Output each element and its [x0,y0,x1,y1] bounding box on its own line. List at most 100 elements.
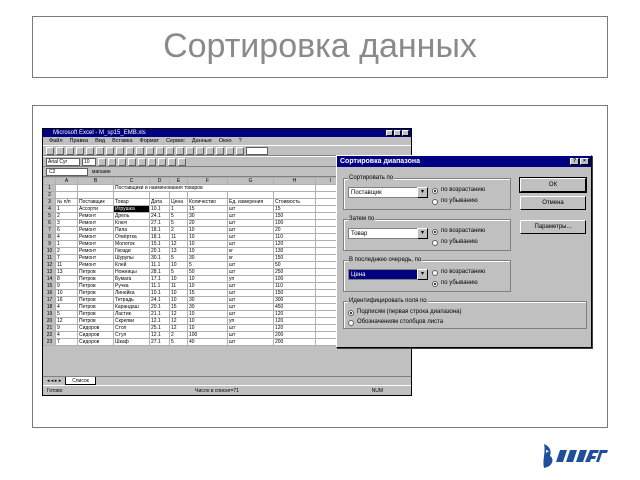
data-cell[interactable]: Шкаф [113,338,150,346]
data-cell[interactable]: шт [227,212,274,220]
data-cell[interactable]: Бумага [113,275,150,283]
data-cell[interactable]: 15 [187,289,228,297]
data-cell[interactable]: Петров [77,296,114,304]
data-cell[interactable]: 16 [55,296,78,304]
data-cell[interactable]: 13 [169,247,188,255]
align-right-button[interactable] [148,157,156,166]
data-cell[interactable]: Гвозди [113,247,150,255]
last-by-asc[interactable]: по возрастанию [432,269,485,276]
data-cell[interactable]: Пила [113,226,150,234]
minimize-button[interactable] [386,130,393,136]
column-header[interactable]: C [113,177,150,185]
cell[interactable] [169,191,188,199]
data-cell[interactable]: 100 [273,219,316,227]
data-cell[interactable]: 30 [187,296,228,304]
data-cell[interactable]: 20 [187,219,228,227]
row-header[interactable]: 5 [43,212,56,220]
data-cell[interactable]: 13 [55,268,78,276]
data-cell[interactable]: 1 [169,205,188,213]
data-cell[interactable]: 2 [169,226,188,234]
data-cell[interactable]: 17.1 [149,275,170,283]
data-cell[interactable]: Клей [113,261,150,269]
options-button[interactable]: Параметры... [520,220,586,234]
data-cell[interactable]: Игрушка [113,205,150,213]
data-cell[interactable]: Петров [77,282,114,290]
data-cell[interactable]: 15 [273,205,316,213]
data-cell[interactable]: 5 [187,261,228,269]
data-cell[interactable]: уп [227,317,274,325]
data-cell[interactable]: 100 [273,275,316,283]
data-cell[interactable]: 10 [169,289,188,297]
row-header[interactable]: 16 [43,289,56,297]
sheet-title-cell[interactable]: Поставщики и наименования товаров [113,184,316,192]
data-cell[interactable]: 28.1 [149,268,170,276]
data-cell[interactable]: 7 [55,338,78,346]
data-cell[interactable]: Петров [77,268,114,276]
data-cell[interactable]: 12 [169,240,188,248]
row-header[interactable]: 17 [43,296,56,304]
data-cell[interactable]: 30 [187,254,228,262]
data-cell[interactable]: Сидоров [77,324,114,332]
row-header[interactable]: 9 [43,240,56,248]
cell[interactable] [113,191,150,199]
data-cell[interactable]: Стул [113,331,150,339]
data-cell[interactable]: Ластик [113,310,150,318]
data-cell[interactable]: 11.1 [149,261,170,269]
row-header[interactable]: 2 [43,191,56,199]
corner-cell[interactable] [43,177,56,185]
data-cell[interactable]: 10 [187,282,228,290]
data-cell[interactable]: 110 [273,233,316,241]
menu-item[interactable]: Правка [70,137,89,145]
cell[interactable] [227,191,274,199]
menu-item[interactable]: Вид [95,137,105,145]
data-cell[interactable]: 12 [55,317,78,325]
data-cell[interactable]: 11.1 [149,282,170,290]
data-cell[interactable]: 30 [187,303,228,311]
open-icon[interactable] [56,146,64,155]
data-cell[interactable]: Ножницы [113,268,150,276]
data-cell[interactable]: Петров [77,289,114,297]
radio-icon[interactable] [348,319,354,326]
data-cell[interactable]: 10 [187,233,228,241]
menu-item[interactable]: Файл [49,137,63,145]
data-cell[interactable]: 4 [55,303,78,311]
name-box[interactable]: C2 [46,167,88,176]
data-cell[interactable]: шт [227,303,274,311]
radio-selected-icon[interactable] [348,309,354,316]
data-cell[interactable]: 30 [187,212,228,220]
data-cell[interactable]: шт [227,205,274,213]
row-header[interactable]: 13 [43,268,56,276]
data-cell[interactable]: шт [227,296,274,304]
data-cell[interactable]: 110 [273,282,316,290]
percent-button[interactable] [178,157,186,166]
data-cell[interactable]: уп [227,275,274,283]
data-cell[interactable]: 10 [187,317,228,325]
font-size-select[interactable]: 10 [82,157,96,166]
row-header[interactable]: 18 [43,303,56,311]
then-by-desc[interactable]: по убыванию [432,239,478,246]
data-cell[interactable]: Сидоров [77,338,114,346]
data-cell[interactable]: 18.1 [149,233,170,241]
data-cell[interactable]: 250 [273,268,316,276]
map-icon[interactable] [226,146,234,155]
data-cell[interactable]: 300 [273,296,316,304]
column-header[interactable]: B [77,177,114,185]
data-cell[interactable]: шт [227,226,274,234]
data-cell[interactable]: 150 [273,212,316,220]
data-cell[interactable]: Ремонт [77,212,114,220]
row-header[interactable]: 7 [43,226,56,234]
data-cell[interactable]: 10 [187,310,228,318]
data-cell[interactable]: 1 [55,205,78,213]
radio-selected-icon[interactable] [432,280,438,287]
paste-icon[interactable] [126,146,134,155]
formula-input[interactable]: магазин [92,169,111,175]
data-cell[interactable]: 11 [55,261,78,269]
row-header[interactable]: 21 [43,324,56,332]
data-cell[interactable]: 20.1 [149,303,170,311]
data-cell[interactable]: Карандаш [113,303,150,311]
data-cell[interactable]: 100 [187,331,228,339]
cell[interactable] [187,191,228,199]
data-cell[interactable]: 9 [55,324,78,332]
chevron-down-icon[interactable]: ▾ [417,269,428,280]
row-header[interactable]: 10 [43,247,56,255]
